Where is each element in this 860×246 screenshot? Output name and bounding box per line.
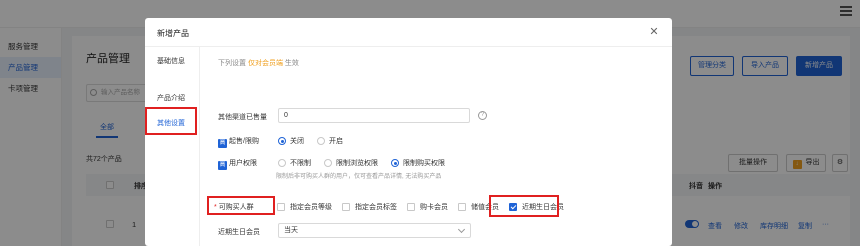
nav-highlight-box — [145, 107, 197, 135]
settings-tip: 下列设置 仅对会员端 生效 — [218, 58, 299, 68]
recent-birthday-select[interactable]: 当天 — [278, 223, 471, 238]
tip-suffix: 生效 — [284, 60, 299, 67]
radio-dot — [278, 137, 286, 145]
checkbox-card-member[interactable]: 购卡会员 — [407, 202, 448, 212]
checkbox-box — [407, 203, 415, 211]
user-permission-radio-group: 不限制 限制浏览权限 限制购买权限 — [278, 158, 458, 168]
radio-close[interactable]: 关闭 — [278, 136, 304, 146]
radio-limit-browse[interactable]: 限制浏览权限 — [324, 158, 378, 168]
nav-product-intro[interactable]: 产品介绍 — [157, 93, 185, 103]
birthday-checkbox-highlight — [489, 195, 559, 217]
checkbox-box — [277, 203, 285, 211]
checkbox-member-level[interactable]: 指定会员等级 — [277, 202, 332, 212]
radio-dot — [278, 159, 286, 167]
buyers-label: * 可购买人群 — [214, 204, 254, 211]
new-product-modal: 新增产品 ✕ 基础信息 产品介绍 其他设置 下列设置 仅对会员端 生效 其他渠道… — [145, 18, 672, 246]
tip-highlight: 仅对会员端 — [247, 60, 283, 67]
advanced-tag: 高 — [218, 161, 227, 170]
radio-limit-purchase[interactable]: 限制购买权限 — [391, 158, 445, 168]
checkbox-member-tag[interactable]: 指定会员标签 — [342, 202, 397, 212]
purchase-limit-label: 高起售/限购 — [218, 138, 259, 148]
modal-header: 新增产品 ✕ — [145, 18, 672, 47]
checkbox-box — [458, 203, 466, 211]
permission-hint: 限制后非可购买人群的用户，仅可查看产品详情, 无法购买产品 — [276, 174, 442, 180]
recent-birthday-value: 当天 — [284, 227, 298, 234]
other-sales-label: 其他渠道已售量 — [218, 114, 267, 121]
help-icon[interactable]: ? — [478, 111, 487, 120]
modal-content: 下列设置 仅对会员端 生效 其他渠道已售量 0 ? 高起售/限购 关闭 开启 高… — [201, 47, 672, 246]
other-sales-input[interactable]: 0 — [278, 108, 470, 123]
checkbox-box — [342, 203, 350, 211]
advanced-tag: 高 — [218, 139, 227, 148]
radio-open[interactable]: 开启 — [317, 136, 343, 146]
tip-prefix: 下列设置 — [218, 60, 246, 67]
close-icon[interactable]: ✕ — [648, 26, 660, 38]
recent-birthday-label: 近期生日会员 — [218, 229, 260, 236]
purchase-limit-radio-group: 关闭 开启 — [278, 136, 356, 146]
modal-nav: 基础信息 产品介绍 其他设置 — [145, 47, 200, 246]
radio-dot — [391, 159, 399, 167]
nav-basic-info[interactable]: 基础信息 — [157, 56, 185, 66]
modal-title: 新增产品 — [157, 29, 189, 38]
required-star: * — [214, 204, 217, 211]
chevron-down-icon — [457, 225, 466, 234]
radio-unlimited[interactable]: 不限制 — [278, 158, 311, 168]
radio-dot — [324, 159, 332, 167]
radio-dot — [317, 137, 325, 145]
user-permission-label: 高用户权限 — [218, 160, 257, 170]
